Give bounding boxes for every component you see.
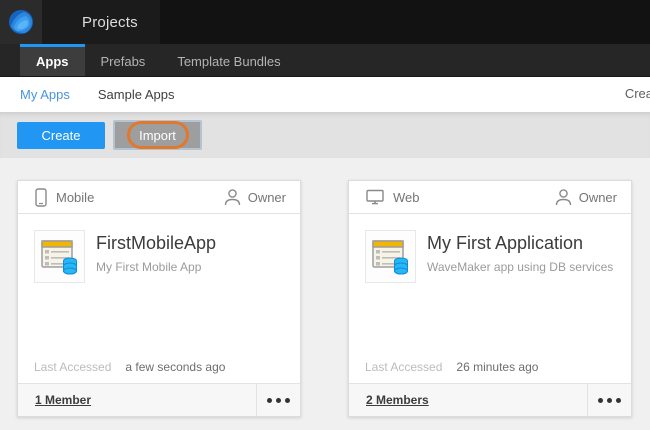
owner-label: Owner xyxy=(248,190,286,205)
tab-template-bundles[interactable]: Template Bundles xyxy=(161,44,296,76)
app-window-db-icon xyxy=(39,236,81,278)
card-menu-dots-icon[interactable] xyxy=(587,384,631,416)
toolbar: Create Import xyxy=(0,112,650,158)
create-button[interactable]: Create xyxy=(17,122,105,149)
app-icon xyxy=(365,230,416,283)
projects-list: Mobile Owner xyxy=(0,158,650,417)
app-title[interactable]: My First Application xyxy=(427,233,613,254)
web-icon xyxy=(366,189,384,205)
nav-my-apps[interactable]: My Apps xyxy=(20,87,70,102)
owner-label: Owner xyxy=(579,190,617,205)
tab-bar: Apps Prefabs Template Bundles xyxy=(0,44,650,77)
import-button[interactable]: Import xyxy=(113,120,202,150)
mobile-icon xyxy=(35,188,47,207)
tab-template-bundles-label: Template Bundles xyxy=(177,54,280,69)
tab-prefabs-label: Prefabs xyxy=(101,54,146,69)
import-button-label: Import xyxy=(139,128,176,143)
last-accessed-value: a few seconds ago xyxy=(125,360,225,374)
tab-prefabs[interactable]: Prefabs xyxy=(85,44,162,76)
card-body: FirstMobileApp My First Mobile App Last … xyxy=(18,214,300,383)
card-footer: 2 Members xyxy=(349,383,631,416)
last-accessed-value: 26 minutes ago xyxy=(456,360,538,374)
project-card-my-first-application[interactable]: Web Owner xyxy=(348,180,632,417)
card-header: Mobile Owner xyxy=(18,181,300,214)
owner-icon xyxy=(224,188,241,206)
last-accessed-label: Last Accessed xyxy=(34,360,111,374)
members-link[interactable]: 2 Members xyxy=(349,384,587,416)
app-subtitle: WaveMaker app using DB services xyxy=(427,260,613,274)
card-menu-dots-icon[interactable] xyxy=(256,384,300,416)
page-title: Projects xyxy=(82,14,138,31)
project-card-firstmobileapp[interactable]: Mobile Owner xyxy=(17,180,301,417)
nav-sample-apps[interactable]: Sample Apps xyxy=(98,87,175,102)
tab-apps-label: Apps xyxy=(36,54,69,69)
card-header: Web Owner xyxy=(349,181,631,214)
last-accessed-label: Last Accessed xyxy=(365,360,442,374)
card-body: My First Application WaveMaker app using… xyxy=(349,214,631,383)
owner-icon xyxy=(555,188,572,206)
card-footer: 1 Member xyxy=(18,383,300,416)
sub-nav: My Apps Sample Apps Crea xyxy=(0,77,650,112)
wave-logo-icon xyxy=(8,9,34,35)
platform-label: Web xyxy=(393,190,420,205)
app-title[interactable]: FirstMobileApp xyxy=(96,233,216,254)
app-window-db-icon xyxy=(370,236,412,278)
app-header: Projects xyxy=(0,0,650,44)
header-title-section: Projects xyxy=(42,0,160,44)
wavemaker-logo[interactable] xyxy=(0,0,42,44)
app-icon xyxy=(34,230,85,283)
platform-label: Mobile xyxy=(56,190,94,205)
nav-create-cutoff-link[interactable]: Crea xyxy=(625,86,650,101)
tab-apps[interactable]: Apps xyxy=(20,44,85,76)
app-subtitle: My First Mobile App xyxy=(96,260,216,274)
members-link[interactable]: 1 Member xyxy=(18,384,256,416)
